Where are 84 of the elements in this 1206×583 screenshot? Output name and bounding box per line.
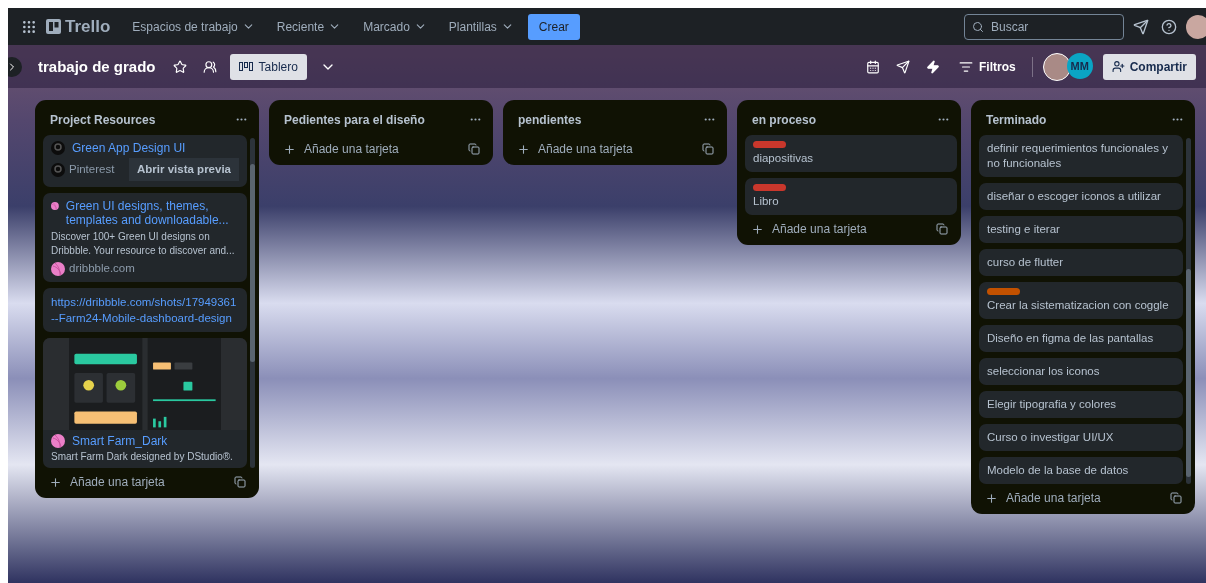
template-icon[interactable] bbox=[1167, 489, 1185, 507]
plus-icon bbox=[283, 142, 296, 156]
card-title: Curso o investigar UI/UX bbox=[987, 430, 1115, 445]
card-title: definir requerimientos funcionales y no funcionales bbox=[987, 141, 1169, 171]
list-title[interactable]: Project Resources bbox=[50, 112, 156, 127]
task-card[interactable]: diseñar o escoger iconos a utilizar bbox=[979, 183, 1183, 210]
source-text: dribbble.com bbox=[69, 261, 136, 276]
task-card[interactable]: seleccionar los iconos bbox=[979, 358, 1183, 385]
filter-icon bbox=[959, 59, 973, 74]
card-description: Discover 100+ Green UI designs on Dribbble. Your resource to discover and... bbox=[51, 230, 236, 258]
card-link[interactable]: Green UI designs, themes, templates and downloadable... bbox=[65, 199, 239, 227]
card-title: seleccionar los iconos bbox=[987, 364, 1101, 379]
expand-sidebar-button[interactable] bbox=[8, 56, 22, 77]
user-plus-icon bbox=[1111, 60, 1125, 73]
nav-menu[interactable]: Plantillas bbox=[440, 15, 522, 38]
card-title: diapositivas bbox=[753, 151, 815, 166]
task-card[interactable]: Libro bbox=[745, 178, 957, 215]
card-title: Diseño en figma de las pantallas bbox=[987, 331, 1155, 346]
add-card-button[interactable]: Añade una tarjeta bbox=[281, 139, 401, 159]
task-card[interactable]: Modelo de la base de datos bbox=[979, 457, 1183, 484]
board-logo-icon bbox=[46, 19, 61, 34]
template-icon[interactable] bbox=[933, 220, 951, 238]
add-card-button[interactable]: Añade una tarjeta bbox=[749, 219, 869, 239]
task-card[interactable]: Crear la sistematizacion con coggle bbox=[979, 282, 1183, 319]
list-title[interactable]: en proceso bbox=[752, 112, 817, 127]
task-card[interactable]: diapositivas bbox=[745, 135, 957, 172]
ball-logo-icon bbox=[51, 261, 65, 276]
nav-menu[interactable]: Espacios de trabajo bbox=[124, 15, 263, 38]
ball-logo-icon bbox=[51, 434, 65, 448]
url-card[interactable]: https://dribbble.com/shots/17949361--Farm24-Mobile-dashboard-design bbox=[43, 288, 247, 332]
add-card-button[interactable]: Añade una tarjeta bbox=[983, 488, 1103, 508]
card-title: Elegir tipografia y colores bbox=[987, 397, 1118, 412]
source-text: Pinterest bbox=[69, 162, 116, 177]
card-link[interactable]: Smart Farm_Dark bbox=[72, 434, 168, 448]
view-button[interactable]: Tablero bbox=[229, 53, 307, 80]
ball-logo-icon bbox=[51, 199, 59, 213]
template-icon[interactable] bbox=[231, 473, 249, 491]
brand-logo[interactable]: Trello bbox=[46, 16, 111, 37]
preview-button[interactable]: Abrir vista previa bbox=[129, 158, 239, 181]
pin-logo-icon bbox=[51, 141, 65, 155]
image-card[interactable]: Smart Farm_Dark Smart Farm Dark designed by DStudio®. bbox=[43, 338, 247, 468]
card-link[interactable]: https://dribbble.com/shots/17949361--Farm24-Mobile-dashboard-design bbox=[51, 294, 239, 326]
card-title: Modelo de la base de datos bbox=[987, 463, 1130, 478]
search-field[interactable]: Buscar bbox=[964, 13, 1124, 40]
filters-button[interactable]: Filtros bbox=[953, 58, 1022, 75]
task-card[interactable]: definir requerimientos funcionales y no funcionales bbox=[979, 135, 1183, 177]
template-icon[interactable] bbox=[699, 140, 717, 158]
card-title: testing e iterar bbox=[987, 222, 1061, 237]
task-card[interactable]: Elegir tipografia y colores bbox=[979, 391, 1183, 418]
link-card[interactable]: Green UI designs, themes, templates and downloadable... Discover 100+ Green UI designs on Dribbble. Your resource to discover and... dribbble.com bbox=[43, 193, 247, 282]
task-card[interactable]: testing e iterar bbox=[979, 216, 1183, 243]
task-card[interactable]: curso de flutter bbox=[979, 249, 1183, 276]
add-card-button[interactable]: Añade una tarjeta bbox=[47, 472, 167, 492]
card-link[interactable]: Green App Design UI bbox=[72, 141, 186, 155]
nav-menu[interactable]: Marcado bbox=[355, 15, 435, 38]
board-title[interactable]: trabajo de grado bbox=[38, 58, 156, 75]
task-card[interactable]: Diseño en figma de las pantallas bbox=[979, 325, 1183, 352]
board-view-icon bbox=[238, 62, 253, 71]
member-avatar[interactable]: MM bbox=[1066, 52, 1093, 79]
member-avatar[interactable] bbox=[1042, 52, 1071, 81]
create-button[interactable]: Crear bbox=[527, 13, 580, 40]
scrollbar[interactable] bbox=[1186, 138, 1191, 484]
add-card-button[interactable]: Añade una tarjeta bbox=[515, 139, 635, 159]
template-icon[interactable] bbox=[465, 140, 483, 158]
card-description: Smart Farm Dark designed by DStudio®. bbox=[51, 450, 234, 464]
list-title[interactable]: pendientes bbox=[518, 112, 582, 127]
list-title[interactable]: Pedientes para el diseño bbox=[284, 112, 425, 127]
task-card[interactable]: Curso o investigar UI/UX bbox=[979, 424, 1183, 451]
user-avatar[interactable] bbox=[1186, 14, 1206, 39]
link-card[interactable]: Green App Design UI Pinterest Abrir vista previa bbox=[43, 135, 247, 187]
pin-logo-icon bbox=[51, 162, 65, 177]
card-title: diseñar o escoger iconos a utilizar bbox=[987, 189, 1162, 204]
plus-icon bbox=[517, 142, 530, 156]
plus-icon bbox=[985, 491, 998, 505]
list-title[interactable]: Terminado bbox=[986, 112, 1047, 127]
scrollbar[interactable] bbox=[250, 138, 255, 468]
card-title: curso de flutter bbox=[987, 255, 1065, 270]
card-title: Crear la sistematizacion con coggle bbox=[987, 298, 1170, 313]
share-button[interactable]: Compartir bbox=[1102, 53, 1196, 80]
plus-icon bbox=[751, 222, 764, 236]
nav-menu[interactable]: Reciente bbox=[268, 15, 350, 38]
card-title: Libro bbox=[753, 194, 780, 209]
search-icon bbox=[972, 20, 984, 33]
plus-icon bbox=[49, 475, 62, 489]
